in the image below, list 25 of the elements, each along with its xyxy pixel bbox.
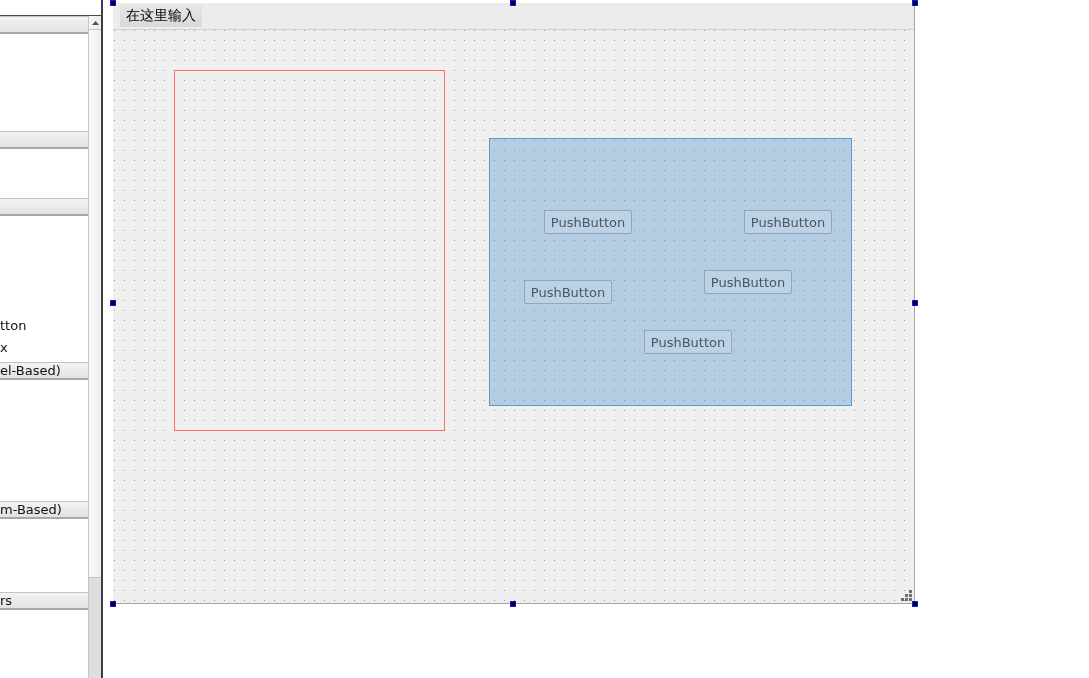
resize-handle[interactable] — [912, 601, 918, 607]
push-button[interactable]: PushButton — [644, 330, 732, 354]
category-header[interactable]: m-Based) — [0, 501, 88, 519]
category-header[interactable]: el-Based) — [0, 362, 88, 380]
push-button[interactable]: PushButton — [524, 280, 612, 304]
resize-handle[interactable] — [510, 601, 516, 607]
resize-handle[interactable] — [912, 300, 918, 306]
scroll-up-button[interactable] — [89, 16, 101, 30]
widget-list-item[interactable]: x — [0, 337, 88, 359]
resize-handle[interactable] — [110, 0, 116, 6]
category-header[interactable] — [0, 131, 88, 149]
size-grip-icon[interactable] — [901, 590, 912, 601]
resize-handle[interactable] — [110, 601, 116, 607]
resize-handle[interactable] — [110, 300, 116, 306]
push-button[interactable]: PushButton — [544, 210, 632, 234]
scrollbar-thumb[interactable] — [89, 30, 101, 578]
menu-item[interactable]: 在这里输入 — [120, 5, 202, 27]
widget-list-item[interactable]: tton — [0, 315, 88, 337]
resize-handle[interactable] — [510, 0, 516, 6]
push-button[interactable]: PushButton — [744, 210, 832, 234]
resize-handle[interactable] — [912, 0, 918, 6]
category-header[interactable]: rs — [0, 592, 88, 610]
push-button[interactable]: PushButton — [704, 270, 792, 294]
up-arrow-icon — [91, 20, 99, 25]
category-header[interactable] — [0, 198, 88, 216]
